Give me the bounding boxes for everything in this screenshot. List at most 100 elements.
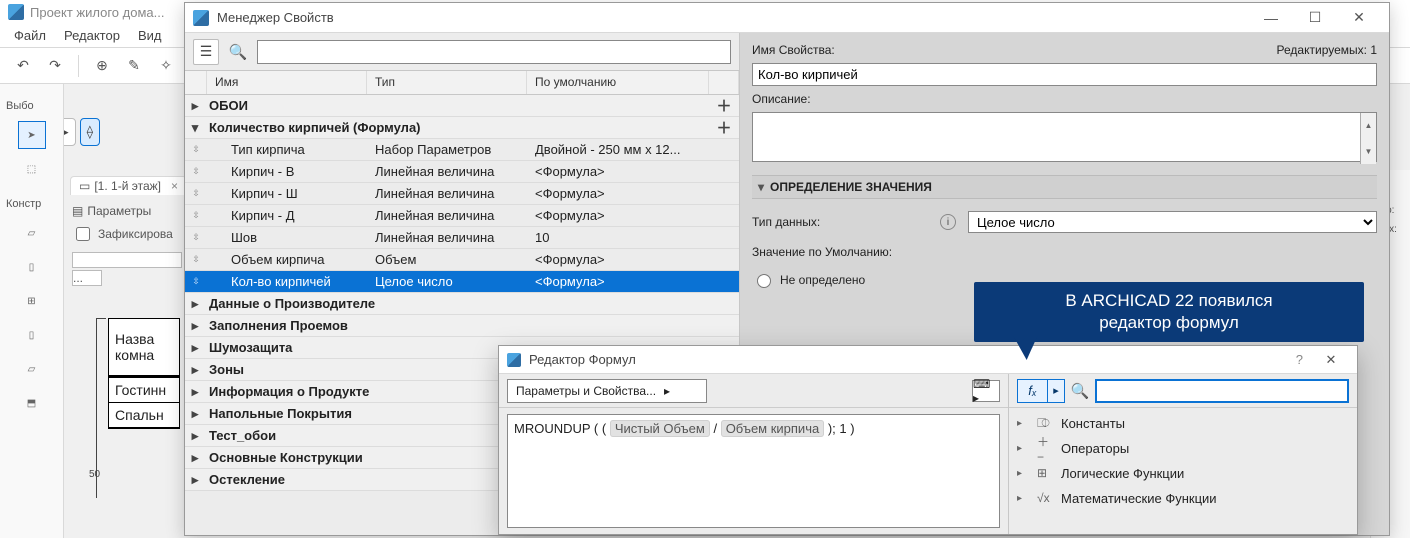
window-tool[interactable]: ⊞ <box>18 287 46 315</box>
tree-view-button[interactable]: ☰ <box>193 39 219 65</box>
prop-name: Шов <box>207 230 367 245</box>
drag-handle-icon[interactable]: ⇳ <box>185 254 207 265</box>
help-icon[interactable]: ? <box>1296 352 1303 367</box>
search-icon[interactable]: 🔍 <box>225 39 251 65</box>
param-slot-1[interactable] <box>72 252 182 268</box>
expand-icon[interactable]: ▸ <box>185 318 205 334</box>
expand-icon[interactable]: ▸ <box>185 340 205 356</box>
expand-icon[interactable]: ▸ <box>185 406 205 422</box>
expand-icon[interactable]: ▸ <box>1017 468 1029 479</box>
close-tab-icon[interactable]: × <box>171 179 178 193</box>
function-group-row[interactable]: ▸⎄Константы <box>1017 412 1349 434</box>
property-name-input[interactable] <box>752 63 1377 86</box>
minimize-button[interactable]: — <box>1249 3 1293 33</box>
token-brick-volume[interactable]: Объем кирпича <box>721 420 825 437</box>
eyedropper-button[interactable] <box>121 53 147 79</box>
slab-tool[interactable]: ⬒ <box>18 389 46 417</box>
fix-checkbox-input[interactable] <box>76 227 90 241</box>
property-item-row[interactable]: ⇳Кирпич - ДЛинейная величина<Формула> <box>185 205 739 227</box>
search-input[interactable] <box>257 40 731 64</box>
fe-search-input[interactable] <box>1095 379 1349 403</box>
fe-titlebar[interactable]: Редактор Формул ? ✕ <box>499 346 1357 374</box>
fx-menu-button[interactable]: ▸ <box>1047 379 1065 403</box>
property-item-row[interactable]: ⇳Тип кирпичаНабор ПараметровДвойной - 25… <box>185 139 739 161</box>
property-item-row[interactable]: ⇳ШовЛинейная величина10 <box>185 227 739 249</box>
fe-title: Редактор Формул <box>529 352 636 367</box>
undefined-radio-input[interactable] <box>757 274 771 288</box>
close-button[interactable]: ✕ <box>1337 3 1381 33</box>
expand-icon[interactable]: ▸ <box>1017 443 1029 454</box>
property-group-row[interactable]: ▸Данные о Производителе <box>185 293 739 315</box>
function-group-row[interactable]: ▸＋−Операторы <box>1017 437 1349 459</box>
col-default[interactable]: По умолчанию <box>527 71 709 94</box>
expand-icon[interactable]: ▸ <box>185 428 205 444</box>
description-input[interactable] <box>752 112 1377 162</box>
drag-handle-icon[interactable]: ⇳ <box>185 276 207 287</box>
property-item-row[interactable]: ⇳Объем кирпичаОбъем<Формула> <box>185 249 739 271</box>
menu-view[interactable]: Вид <box>138 28 162 43</box>
drag-handle-icon[interactable]: ⇳ <box>185 210 207 221</box>
col-type[interactable]: Тип <box>367 71 527 94</box>
menu-edit[interactable]: Редактор <box>64 28 120 43</box>
expand-icon[interactable]: ▸ <box>185 450 205 466</box>
property-item-row[interactable]: ⇳Кирпич - ВЛинейная величина<Формула> <box>185 161 739 183</box>
param-slot-2[interactable]: ... <box>72 270 102 286</box>
drag-handle-icon[interactable]: ⇳ <box>185 232 207 243</box>
parameters-dropdown[interactable]: Параметры и Свойства... ▸ <box>507 379 707 403</box>
property-item-row[interactable]: ⇳Кирпич - ШЛинейная величина<Формула> <box>185 183 739 205</box>
drag-handle-icon[interactable]: ⇳ <box>185 166 207 177</box>
marquee-tool[interactable]: ⬚ <box>18 155 46 183</box>
fix-checkbox[interactable]: Зафиксирова <box>72 224 182 244</box>
doc-tab-floor1[interactable]: ▭ [1. 1-й этаж] × <box>70 176 187 195</box>
beam-tool[interactable]: ▱ <box>18 355 46 383</box>
drag-handle-icon[interactable]: ⇳ <box>185 144 207 155</box>
fx-button-group[interactable]: fₓ ▸ <box>1017 379 1065 403</box>
expand-icon[interactable]: ▸ <box>1017 493 1029 504</box>
pm-titlebar[interactable]: Менеджер Свойств — ☐ ✕ <box>185 3 1389 33</box>
callout-line1: В ARCHICAD 22 появился <box>988 290 1350 312</box>
property-group-row[interactable]: ▸ОБОИ＋ <box>185 95 739 117</box>
fx-button[interactable]: fₓ <box>1017 379 1047 403</box>
group-name: Данные о Производителе <box>205 296 739 311</box>
menu-file[interactable]: Файл <box>14 28 46 43</box>
info-icon[interactable]: i <box>940 214 956 230</box>
datatype-select[interactable]: Целое число <box>968 211 1377 233</box>
fe-left-panel: Параметры и Свойства... ▸ ⌨ ▸ MROUNDUP (… <box>499 374 1009 534</box>
expand-icon[interactable]: ▸ <box>185 472 205 488</box>
expand-icon[interactable]: ▾ <box>185 120 205 136</box>
expand-icon[interactable]: ▸ <box>185 98 205 114</box>
prop-default: <Формула> <box>527 252 739 267</box>
wall-tool[interactable]: ▱ <box>18 219 46 247</box>
function-group-row[interactable]: ▸⊞Логические Функции <box>1017 462 1349 484</box>
inject-button[interactable] <box>153 53 179 79</box>
undo-button[interactable] <box>10 53 36 79</box>
drag-handle-icon[interactable]: ⇳ <box>185 188 207 199</box>
measure-button[interactable] <box>89 53 115 79</box>
prop-type: Объем <box>367 252 527 267</box>
section-definition[interactable]: ▾ ОПРЕДЕЛЕНИЕ ЗНАЧЕНИЯ <box>752 175 1377 199</box>
expand-icon[interactable]: ▸ <box>1017 418 1029 429</box>
property-group-row[interactable]: ▾Количество кирпичей (Формула)＋ <box>185 117 739 139</box>
formula-editor-textarea[interactable]: MROUNDUP ( ( Чистый Объем / Объем кирпич… <box>507 414 1000 528</box>
marquee-mode-3[interactable]: ⟠ <box>80 118 100 146</box>
expand-icon[interactable]: ▸ <box>185 362 205 378</box>
expand-icon[interactable]: ▸ <box>185 384 205 400</box>
column-tool[interactable]: ▯ <box>18 321 46 349</box>
fe-close-button[interactable]: ✕ <box>1313 346 1349 374</box>
col-name[interactable]: Имя <box>207 71 367 94</box>
function-group-row[interactable]: ▸√xМатематические Функции <box>1017 487 1349 509</box>
keyboard-button[interactable]: ⌨ ▸ <box>972 380 1000 402</box>
arrow-tool[interactable]: ➤ <box>18 121 46 149</box>
property-item-row[interactable]: ⇳Кол-во кирпичейЦелое число<Формула> <box>185 271 739 293</box>
expand-icon[interactable]: ▸ <box>185 296 205 312</box>
prop-type: Линейная величина <box>367 230 527 245</box>
property-group-row[interactable]: ▸Заполнения Проемов <box>185 315 739 337</box>
parameters-header[interactable]: ▤ Параметры <box>72 204 182 218</box>
maximize-button[interactable]: ☐ <box>1293 3 1337 33</box>
token-net-volume[interactable]: Чистый Объем <box>610 420 710 437</box>
add-property-button[interactable]: ＋ <box>709 117 739 138</box>
description-scroll[interactable]: ▲▼ <box>1360 113 1376 164</box>
add-property-button[interactable]: ＋ <box>709 95 739 116</box>
redo-button[interactable] <box>42 53 68 79</box>
door-tool[interactable]: ▯ <box>18 253 46 281</box>
